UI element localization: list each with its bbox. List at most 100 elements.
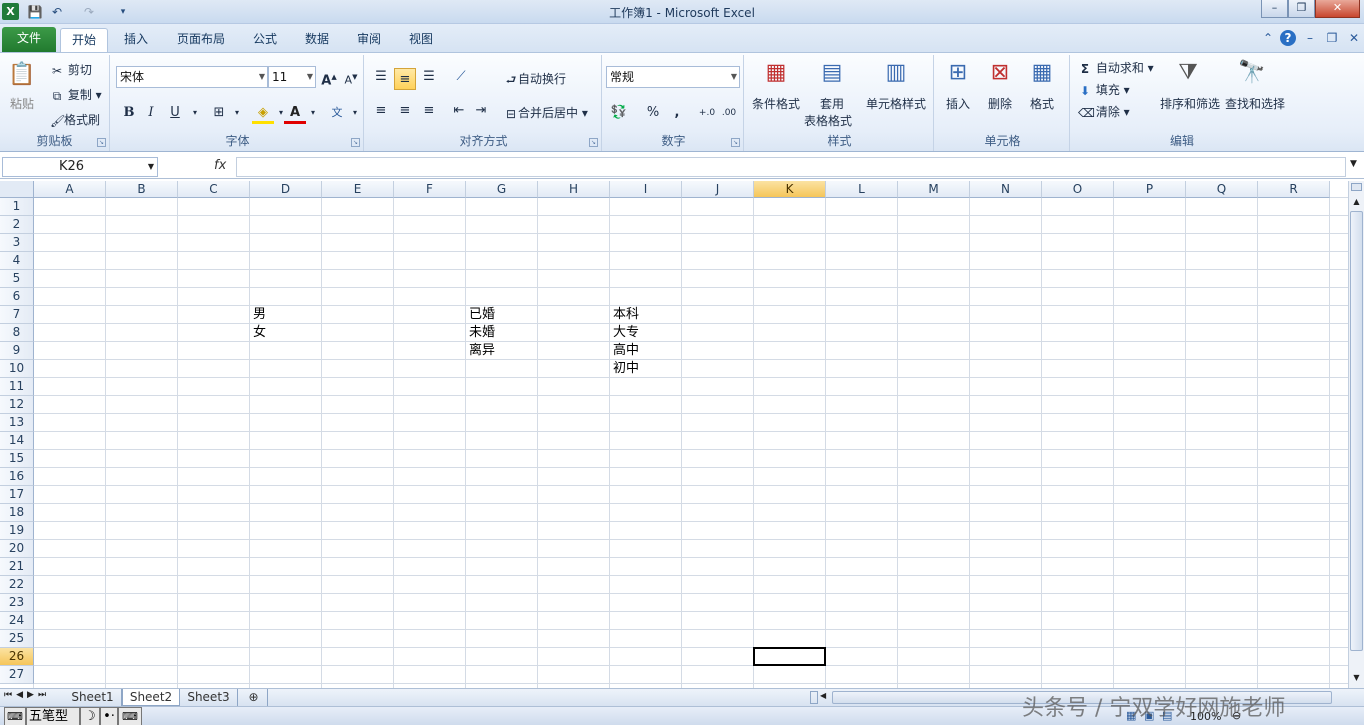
vertical-scrollbar[interactable]: ▲ ▼ bbox=[1348, 181, 1364, 688]
column-header-o[interactable]: O bbox=[1042, 181, 1114, 198]
tab-view[interactable]: 视图 bbox=[400, 28, 442, 52]
minimize-button[interactable]: – bbox=[1261, 0, 1288, 18]
comma-button[interactable]: , bbox=[666, 102, 688, 124]
find-select-button[interactable]: 查找和选择 bbox=[1225, 95, 1285, 112]
align-bottom-icon[interactable]: ☰ bbox=[418, 66, 440, 88]
font-size-combo[interactable]: 11 ▼ bbox=[268, 66, 316, 88]
workbook-restore-icon[interactable]: ❐ bbox=[1324, 30, 1340, 46]
row-header-21[interactable]: 21 bbox=[0, 558, 34, 576]
row-header-19[interactable]: 19 bbox=[0, 522, 34, 540]
cell-i9[interactable]: 高中 bbox=[610, 342, 682, 360]
cell-i7[interactable]: 本科 bbox=[610, 306, 682, 324]
format-cells-button[interactable]: 格式 bbox=[1030, 95, 1054, 112]
align-top-icon[interactable]: ☰ bbox=[370, 66, 392, 88]
bold-button[interactable]: B bbox=[118, 102, 140, 124]
format-table-button[interactable]: 表格格式 bbox=[804, 112, 852, 129]
hscroll-split-icon[interactable] bbox=[810, 691, 818, 704]
autosum-button[interactable]: Σ 自动求和 ▾ bbox=[1078, 59, 1154, 76]
row-header-27[interactable]: 27 bbox=[0, 666, 34, 684]
row-header-18[interactable]: 18 bbox=[0, 504, 34, 522]
row-header-14[interactable]: 14 bbox=[0, 432, 34, 450]
column-header-i[interactable]: I bbox=[610, 181, 682, 198]
ime-mode[interactable]: 五笔型 bbox=[26, 707, 80, 725]
column-header-k[interactable]: K bbox=[754, 181, 826, 198]
row-header-9[interactable]: 9 bbox=[0, 342, 34, 360]
decrease-decimal-icon[interactable]: .00 bbox=[718, 102, 740, 124]
conditional-format-button[interactable]: 条件格式 bbox=[752, 95, 800, 112]
row-header-8[interactable]: 8 bbox=[0, 324, 34, 342]
cut-button[interactable]: ✂ 剪切 bbox=[50, 61, 92, 78]
font-name-combo[interactable]: 宋体 ▼ bbox=[116, 66, 268, 88]
row-header-24[interactable]: 24 bbox=[0, 612, 34, 630]
format-table-line1[interactable]: 套用 bbox=[820, 95, 844, 112]
column-header-p[interactable]: P bbox=[1114, 181, 1186, 198]
align-middle-icon[interactable]: ≡ bbox=[394, 68, 416, 90]
ribbon-collapse-icon[interactable]: ⌃ bbox=[1260, 30, 1276, 46]
column-header-n[interactable]: N bbox=[970, 181, 1042, 198]
sort-filter-button[interactable]: 排序和筛选 bbox=[1160, 95, 1220, 112]
grow-font-icon[interactable]: A▲ bbox=[318, 66, 340, 88]
column-header-c[interactable]: C bbox=[178, 181, 250, 198]
scroll-up-icon[interactable]: ▲ bbox=[1350, 195, 1363, 209]
cell-g7[interactable]: 已婚 bbox=[466, 306, 538, 324]
shrink-font-icon[interactable]: A▼ bbox=[340, 66, 362, 88]
ime-logo-icon[interactable]: ⌨ bbox=[4, 707, 26, 725]
sheet-tab-sheet1[interactable]: Sheet1 bbox=[64, 689, 122, 706]
row-header-10[interactable]: 10 bbox=[0, 360, 34, 378]
row-header-3[interactable]: 3 bbox=[0, 234, 34, 252]
sheet-nav-icon[interactable]: ⏮◀▶⏭ bbox=[4, 690, 50, 700]
column-header-b[interactable]: B bbox=[106, 181, 178, 198]
cell-g9[interactable]: 离异 bbox=[466, 342, 538, 360]
tab-insert[interactable]: 插入 bbox=[114, 28, 158, 52]
wrap-text-button[interactable]: ⮐ 自动换行 bbox=[504, 70, 566, 87]
row-header-12[interactable]: 12 bbox=[0, 396, 34, 414]
ime-halfwidth-icon[interactable]: ☽ bbox=[80, 707, 100, 725]
tab-page-layout[interactable]: 页面布局 bbox=[168, 28, 234, 52]
sheet-tab-sheet3[interactable]: Sheet3 bbox=[180, 689, 238, 706]
increase-indent-icon[interactable]: ⇥ bbox=[470, 100, 492, 122]
align-center-icon[interactable]: ≡ bbox=[394, 100, 416, 122]
phonetic-dropdown-icon[interactable]: ▾ bbox=[344, 102, 366, 124]
insert-function-icon[interactable]: fx bbox=[214, 158, 226, 173]
name-box[interactable]: K26 ▼ bbox=[2, 157, 158, 177]
row-header-25[interactable]: 25 bbox=[0, 630, 34, 648]
row-header-11[interactable]: 11 bbox=[0, 378, 34, 396]
format-painter-button[interactable]: 🖌格式刷 bbox=[50, 111, 100, 128]
cell-i8[interactable]: 大专 bbox=[610, 324, 682, 342]
tab-file[interactable]: 文件 bbox=[2, 27, 56, 52]
cell-i10[interactable]: 初中 bbox=[610, 360, 682, 378]
select-all-corner[interactable] bbox=[0, 181, 34, 198]
clear-button[interactable]: ⌫ 清除 ▾ bbox=[1078, 103, 1130, 120]
vertical-scroll-thumb[interactable] bbox=[1350, 211, 1363, 651]
merge-center-button[interactable]: ⊟ 合并后居中 ▾ bbox=[504, 104, 588, 121]
increase-decimal-icon[interactable]: +.0 bbox=[696, 102, 718, 124]
row-header-26[interactable]: 26 bbox=[0, 648, 34, 666]
row-header-16[interactable]: 16 bbox=[0, 468, 34, 486]
ime-keyboard-icon[interactable]: ⌨ bbox=[118, 707, 142, 725]
row-header-23[interactable]: 23 bbox=[0, 594, 34, 612]
align-left-icon[interactable]: ≡ bbox=[370, 100, 392, 122]
ime-punctuation-icon[interactable]: •· bbox=[100, 707, 118, 725]
orientation-icon[interactable]: ⟋ bbox=[450, 66, 472, 88]
underline-dropdown-icon[interactable]: ▾ bbox=[184, 102, 206, 124]
italic-button[interactable]: I bbox=[140, 102, 162, 124]
workbook-close-icon[interactable]: ✕ bbox=[1346, 30, 1362, 46]
clipboard-launcher-icon[interactable]: ↘ bbox=[97, 138, 106, 147]
font-launcher-icon[interactable]: ↘ bbox=[351, 138, 360, 147]
column-header-l[interactable]: L bbox=[826, 181, 898, 198]
insert-cells-button[interactable]: 插入 bbox=[946, 95, 970, 112]
column-header-f[interactable]: F bbox=[394, 181, 466, 198]
row-header-2[interactable]: 2 bbox=[0, 216, 34, 234]
column-header-d[interactable]: D bbox=[250, 181, 322, 198]
percent-button[interactable]: % bbox=[642, 102, 664, 124]
close-button[interactable]: ✕ bbox=[1315, 0, 1360, 18]
row-header-15[interactable]: 15 bbox=[0, 450, 34, 468]
column-header-m[interactable]: M bbox=[898, 181, 970, 198]
column-header-h[interactable]: H bbox=[538, 181, 610, 198]
row-header-22[interactable]: 22 bbox=[0, 576, 34, 594]
row-header-5[interactable]: 5 bbox=[0, 270, 34, 288]
align-right-icon[interactable]: ≡ bbox=[418, 100, 440, 122]
cell-styles-button[interactable]: 单元格样式 bbox=[866, 95, 926, 112]
formula-input[interactable] bbox=[236, 157, 1346, 177]
row-header-20[interactable]: 20 bbox=[0, 540, 34, 558]
